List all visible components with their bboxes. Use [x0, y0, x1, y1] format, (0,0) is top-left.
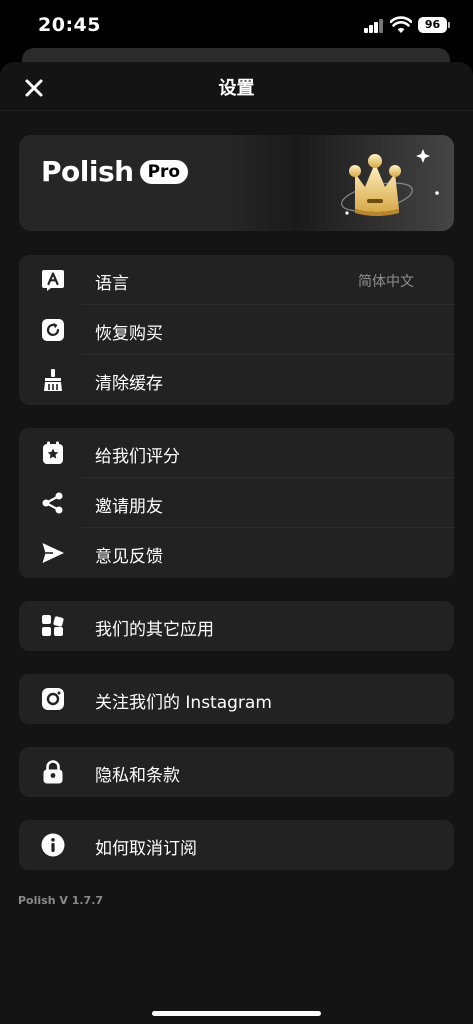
translate-icon	[42, 270, 64, 291]
unsubscribe-row[interactable]: 如何取消订阅	[19, 820, 454, 870]
header: 设置	[0, 62, 473, 112]
language-value: 简体中文	[358, 274, 414, 290]
unsubscribe-label: 如何取消订阅	[95, 839, 197, 859]
language-label: 语言	[95, 274, 129, 294]
cellular-signal-icon	[364, 19, 384, 33]
home-indicator[interactable]	[152, 1011, 321, 1016]
feedback-card: 给我们评分 邀请朋友 意见反馈	[19, 428, 454, 578]
instagram-label: 关注我们的 Instagram	[95, 693, 272, 713]
apps-grid-icon	[42, 615, 64, 636]
rate-us-row[interactable]: 给我们评分	[19, 428, 454, 478]
status-bar: 20:45 96	[0, 0, 473, 52]
settings-sheet: 设置 Polish Pro 语言 简体中文 恢复购买 清除缓存 给我们评分 邀请…	[0, 62, 473, 1024]
clear-cache-row[interactable]: 清除缓存	[19, 355, 454, 405]
send-icon	[42, 543, 64, 563]
unsubscribe-card: 如何取消订阅	[19, 820, 454, 870]
broom-icon	[44, 369, 62, 391]
star-icon	[43, 441, 63, 464]
restore-icon	[42, 319, 64, 341]
header-divider	[0, 110, 473, 111]
wifi-icon	[390, 16, 412, 33]
invite-friends-row[interactable]: 邀请朋友	[19, 478, 454, 528]
rate-us-label: 给我们评分	[95, 447, 180, 467]
clear-cache-label: 清除缓存	[95, 374, 163, 394]
polish-pro-logo: Polish Pro	[41, 155, 189, 188]
privacy-terms-label: 隐私和条款	[95, 766, 180, 786]
lock-icon	[43, 760, 63, 784]
feedback-row[interactable]: 意见反馈	[19, 528, 454, 578]
other-apps-label: 我们的其它应用	[95, 620, 214, 640]
restore-purchase-label: 恢复购买	[95, 324, 163, 344]
status-time: 20:45	[38, 14, 101, 36]
privacy-card: 隐私和条款	[19, 747, 454, 797]
pro-banner[interactable]: Polish Pro	[19, 135, 454, 231]
app-version: Polish V 1.7.7	[18, 894, 104, 907]
pro-badge: Pro	[139, 159, 189, 184]
instagram-icon	[42, 688, 64, 710]
language-row[interactable]: 语言 简体中文	[19, 255, 454, 305]
restore-purchase-row[interactable]: 恢复购买	[19, 305, 454, 355]
invite-friends-label: 邀请朋友	[95, 497, 163, 517]
info-icon	[41, 833, 65, 857]
feedback-label: 意见反馈	[95, 547, 163, 567]
instagram-row[interactable]: 关注我们的 Instagram	[19, 674, 454, 724]
other-apps-card: 我们的其它应用	[19, 601, 454, 651]
privacy-terms-row[interactable]: 隐私和条款	[19, 747, 454, 797]
general-settings-card: 语言 简体中文 恢复购买 清除缓存	[19, 255, 454, 405]
instagram-card: 关注我们的 Instagram	[19, 674, 454, 724]
logo-text: Polish	[41, 155, 134, 188]
share-icon	[42, 492, 63, 514]
page-title: 设置	[218, 78, 255, 99]
crown-icon	[341, 149, 439, 216]
battery-indicator: 96	[418, 17, 450, 33]
other-apps-row[interactable]: 我们的其它应用	[19, 601, 454, 651]
